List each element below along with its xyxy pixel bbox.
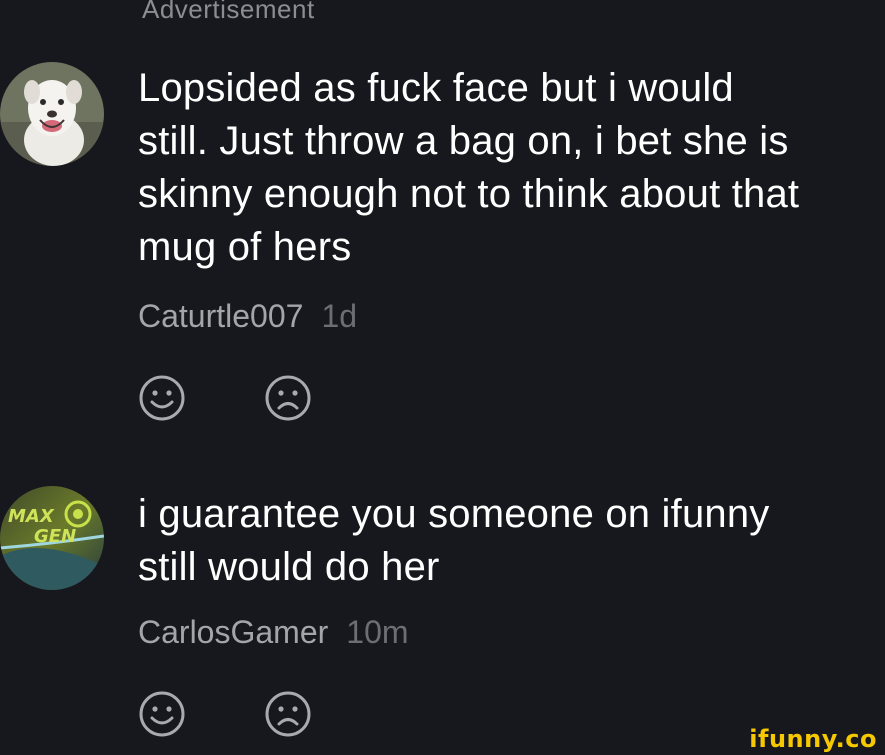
comment-timestamp: 1d (321, 298, 358, 334)
advertisement-label: Advertisement (142, 0, 315, 24)
comment-timestamp: 10m (346, 614, 409, 650)
comment-text: i guarantee you someone on ifunny still … (138, 492, 770, 589)
frown-icon[interactable] (264, 690, 312, 738)
user-avatar[interactable]: MAX GEN (0, 486, 104, 590)
svg-text:MAX: MAX (8, 506, 55, 527)
dog-avatar-image (0, 62, 104, 166)
comment-text: Lopsided as fuck face but i would still.… (138, 66, 800, 269)
ifunny-watermark: ifunny.co (749, 725, 877, 753)
smile-icon[interactable] (138, 374, 186, 422)
max-gen-avatar-image: MAX GEN (0, 486, 104, 590)
frown-icon[interactable] (264, 374, 312, 422)
user-avatar[interactable] (0, 62, 104, 166)
comments-screen: Advertisement Lopsided as fuck face but … (0, 0, 885, 755)
comment-meta: CarlosGamer 10m (138, 614, 409, 651)
comment-username[interactable]: CarlosGamer (138, 614, 328, 650)
smile-icon[interactable] (138, 690, 186, 738)
comment-username[interactable]: Caturtle007 (138, 298, 303, 334)
comment-meta: Caturtle007 1d (138, 298, 357, 335)
svg-text:GEN: GEN (34, 526, 76, 547)
